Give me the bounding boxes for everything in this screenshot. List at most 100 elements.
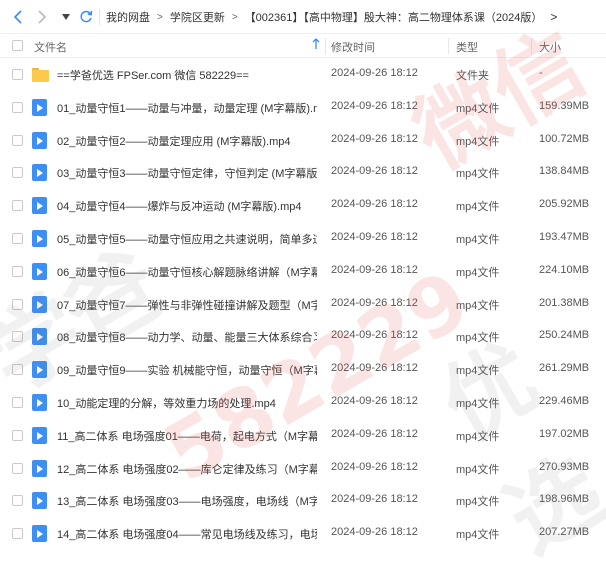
file-name[interactable]: 08_动量守恒8——动力学、动量、能量三大体系综合习题... <box>57 329 317 345</box>
column-header-type[interactable]: 类型 <box>456 39 478 55</box>
column-header-name[interactable]: 文件名 <box>34 39 67 55</box>
file-name[interactable]: 11_高二体系 电场强度01——电荷，起电方式（M字幕版... <box>57 428 317 444</box>
file-row[interactable]: 09_动量守恒9——实验 机械能守恒，动量守恒（M字幕... 2024-09-26… <box>0 353 606 386</box>
file-type: mp4文件 <box>456 234 500 246</box>
file-type: mp4文件 <box>456 430 500 443</box>
file-name[interactable]: 13_高二体系 电场强度03——电场强度，电场线（M字幕... <box>57 493 317 509</box>
row-checkbox[interactable] <box>12 397 23 408</box>
file-size: 159.39MB <box>539 99 590 112</box>
sort-up-icon[interactable] <box>312 38 320 53</box>
column-divider[interactable] <box>448 38 449 54</box>
file-row[interactable]: 07_动量守恒7——弹性与非弹性碰撞讲解及题型（M字幕... 2024-09-26… <box>0 288 606 321</box>
row-checkbox[interactable] <box>12 101 23 113</box>
folder-icon <box>32 66 49 83</box>
file-row[interactable]: 11_高二体系 电场强度01——电荷，起电方式（M字幕版... 2024-09-2… <box>0 419 606 452</box>
video-file-icon <box>32 230 48 247</box>
file-name[interactable]: 14_高二体系 电场强度04——常见电场线及练习，电场... <box>57 526 317 542</box>
column-header-size[interactable]: 大小 <box>539 39 561 55</box>
file-modified-time: 2024-09-26 18:12 <box>331 296 418 309</box>
column-header-time[interactable]: 修改时间 <box>331 39 375 55</box>
file-row[interactable]: 08_动量守恒8——动力学、动量、能量三大体系综合习题... 2024-09-26… <box>0 320 606 353</box>
row-checkbox[interactable] <box>12 462 23 474</box>
file-size: 207.27MB <box>539 526 590 539</box>
file-modified-time: 2024-09-26 18:12 <box>331 132 418 145</box>
row-checkbox[interactable] <box>12 331 23 343</box>
row-checkbox[interactable] <box>12 298 23 310</box>
row-checkbox[interactable] <box>12 364 23 376</box>
file-size: 193.47MB <box>539 231 590 243</box>
file-name[interactable]: 10_动能定理的分解，等效重力场的处理.mp4 <box>57 395 317 411</box>
file-modified-time: 2024-09-26 18:12 <box>331 362 418 375</box>
breadcrumb-more[interactable]: > <box>550 10 557 24</box>
file-row[interactable]: 05_动量守恒5——动量守恒应用之共速说明，简单多过程... 2024-09-26… <box>0 222 606 255</box>
file-type: mp4文件 <box>456 496 500 509</box>
file-size: 205.92MB <box>539 198 590 211</box>
row-checkbox[interactable] <box>12 528 23 540</box>
file-row[interactable]: 10_动能定理的分解，等效重力场的处理.mp4 2024-09-26 18:12 m… <box>0 386 606 419</box>
file-row[interactable]: ==学爸优选 FPSer.com 微信 582229== 2024-09-26 1… <box>0 58 606 91</box>
file-name[interactable]: 02_动量守恒2——动量定理应用 (M字幕版).mp4 <box>57 133 317 149</box>
file-row[interactable]: 13_高二体系 电场强度03——电场强度，电场线（M字幕... 2024-09-2… <box>0 484 606 517</box>
file-modified-time: 2024-09-26 18:12 <box>331 263 418 276</box>
file-modified-time: 2024-09-26 18:12 <box>331 493 418 506</box>
column-divider[interactable] <box>531 38 532 54</box>
column-divider[interactable] <box>325 38 326 54</box>
row-checkbox[interactable] <box>12 233 23 244</box>
breadcrumb-separator: > <box>231 11 238 23</box>
row-checkbox[interactable] <box>12 167 23 179</box>
file-size: - <box>539 67 543 79</box>
file-size: 229.46MB <box>539 395 590 407</box>
row-checkbox[interactable] <box>12 69 23 80</box>
video-file-icon <box>32 525 48 543</box>
file-name[interactable]: 06_动量守恒6——动量守恒核心解题脉络讲解（M字幕版... <box>57 264 317 280</box>
top-bar: 我的网盘 > 学院区更新 > 【002361】【高中物理】殷大神：高二物理体系课… <box>0 0 606 34</box>
file-name[interactable]: 07_动量守恒7——弹性与非弹性碰撞讲解及题型（M字幕... <box>57 297 317 313</box>
row-checkbox[interactable] <box>12 429 23 441</box>
refresh-icon[interactable] <box>76 7 96 27</box>
file-size: 270.93MB <box>539 460 590 473</box>
breadcrumb-item-update[interactable]: 学院区更新 <box>170 9 225 25</box>
video-file-icon <box>32 262 48 280</box>
file-name[interactable]: 05_动量守恒5——动量守恒应用之共速说明，简单多过程... <box>57 231 317 247</box>
row-checkbox[interactable] <box>12 495 23 507</box>
breadcrumb-item-course[interactable]: 【002361】【高中物理】殷大神：高二物理体系课（2024版） <box>245 9 543 25</box>
file-name[interactable]: 12_高二体系 电场强度02——库仑定律及练习（M字幕版... <box>57 461 317 477</box>
row-checkbox[interactable] <box>12 134 23 146</box>
file-type: mp4文件 <box>456 529 500 542</box>
breadcrumb-item-root[interactable]: 我的网盘 <box>106 9 150 25</box>
video-file-icon <box>32 98 48 116</box>
chevron-right-icon[interactable] <box>32 7 52 27</box>
file-name[interactable]: 04_动量守恒4——爆炸与反冲运动 (M字幕版).mp4 <box>57 198 317 214</box>
file-row[interactable]: 14_高二体系 电场强度04——常见电场线及练习，电场... 2024-09-26… <box>0 517 606 550</box>
file-type: mp4文件 <box>456 365 500 378</box>
file-size: 138.84MB <box>539 165 590 178</box>
file-row[interactable]: 02_动量守恒2——动量定理应用 (M字幕版).mp4 2024-09-26 18… <box>0 124 606 157</box>
caret-down-icon[interactable] <box>56 7 76 27</box>
file-name[interactable]: ==学爸优选 FPSer.com 微信 582229== <box>57 67 317 83</box>
file-type: mp4文件 <box>456 332 500 345</box>
file-size: 224.10MB <box>539 263 590 276</box>
file-type: 文件夹 <box>456 70 489 82</box>
file-type: mp4文件 <box>456 266 500 279</box>
file-row[interactable]: 03_动量守恒3——动量守恒定律，守恒判定 (M字幕版).... 2024-09-… <box>0 156 606 189</box>
file-size: 261.29MB <box>539 362 590 375</box>
breadcrumb-separator: > <box>157 11 163 23</box>
row-checkbox[interactable] <box>12 265 23 277</box>
file-type: mp4文件 <box>456 299 500 312</box>
file-modified-time: 2024-09-26 18:12 <box>331 427 418 440</box>
file-row[interactable]: 01_动量守恒1——动量与冲量，动量定理 (M字幕版).mp4 2024-09-2… <box>0 91 606 124</box>
file-size: 201.38MB <box>539 296 590 309</box>
file-row[interactable]: 12_高二体系 电场强度02——库仑定律及练习（M字幕版... 2024-09-2… <box>0 452 606 485</box>
file-name[interactable]: 03_动量守恒3——动量守恒定律，守恒判定 (M字幕版).... <box>57 165 317 181</box>
file-row[interactable]: 06_动量守恒6——动量守恒核心解题脉络讲解（M字幕版... 2024-09-26… <box>0 255 606 288</box>
file-modified-time: 2024-09-26 18:12 <box>331 231 418 243</box>
file-row[interactable]: 04_动量守恒4——爆炸与反冲运动 (M字幕版).mp4 2024-09-26 1… <box>0 189 606 222</box>
file-modified-time: 2024-09-26 18:12 <box>331 329 418 342</box>
select-all-checkbox[interactable] <box>12 40 23 51</box>
toolbar-divider <box>99 9 100 25</box>
file-name[interactable]: 09_动量守恒9——实验 机械能守恒，动量守恒（M字幕... <box>57 362 317 378</box>
file-name[interactable]: 01_动量守恒1——动量与冲量，动量定理 (M字幕版).mp4 <box>57 100 317 116</box>
video-file-icon <box>32 164 48 182</box>
row-checkbox[interactable] <box>12 200 23 212</box>
chevron-left-icon[interactable] <box>8 7 28 27</box>
